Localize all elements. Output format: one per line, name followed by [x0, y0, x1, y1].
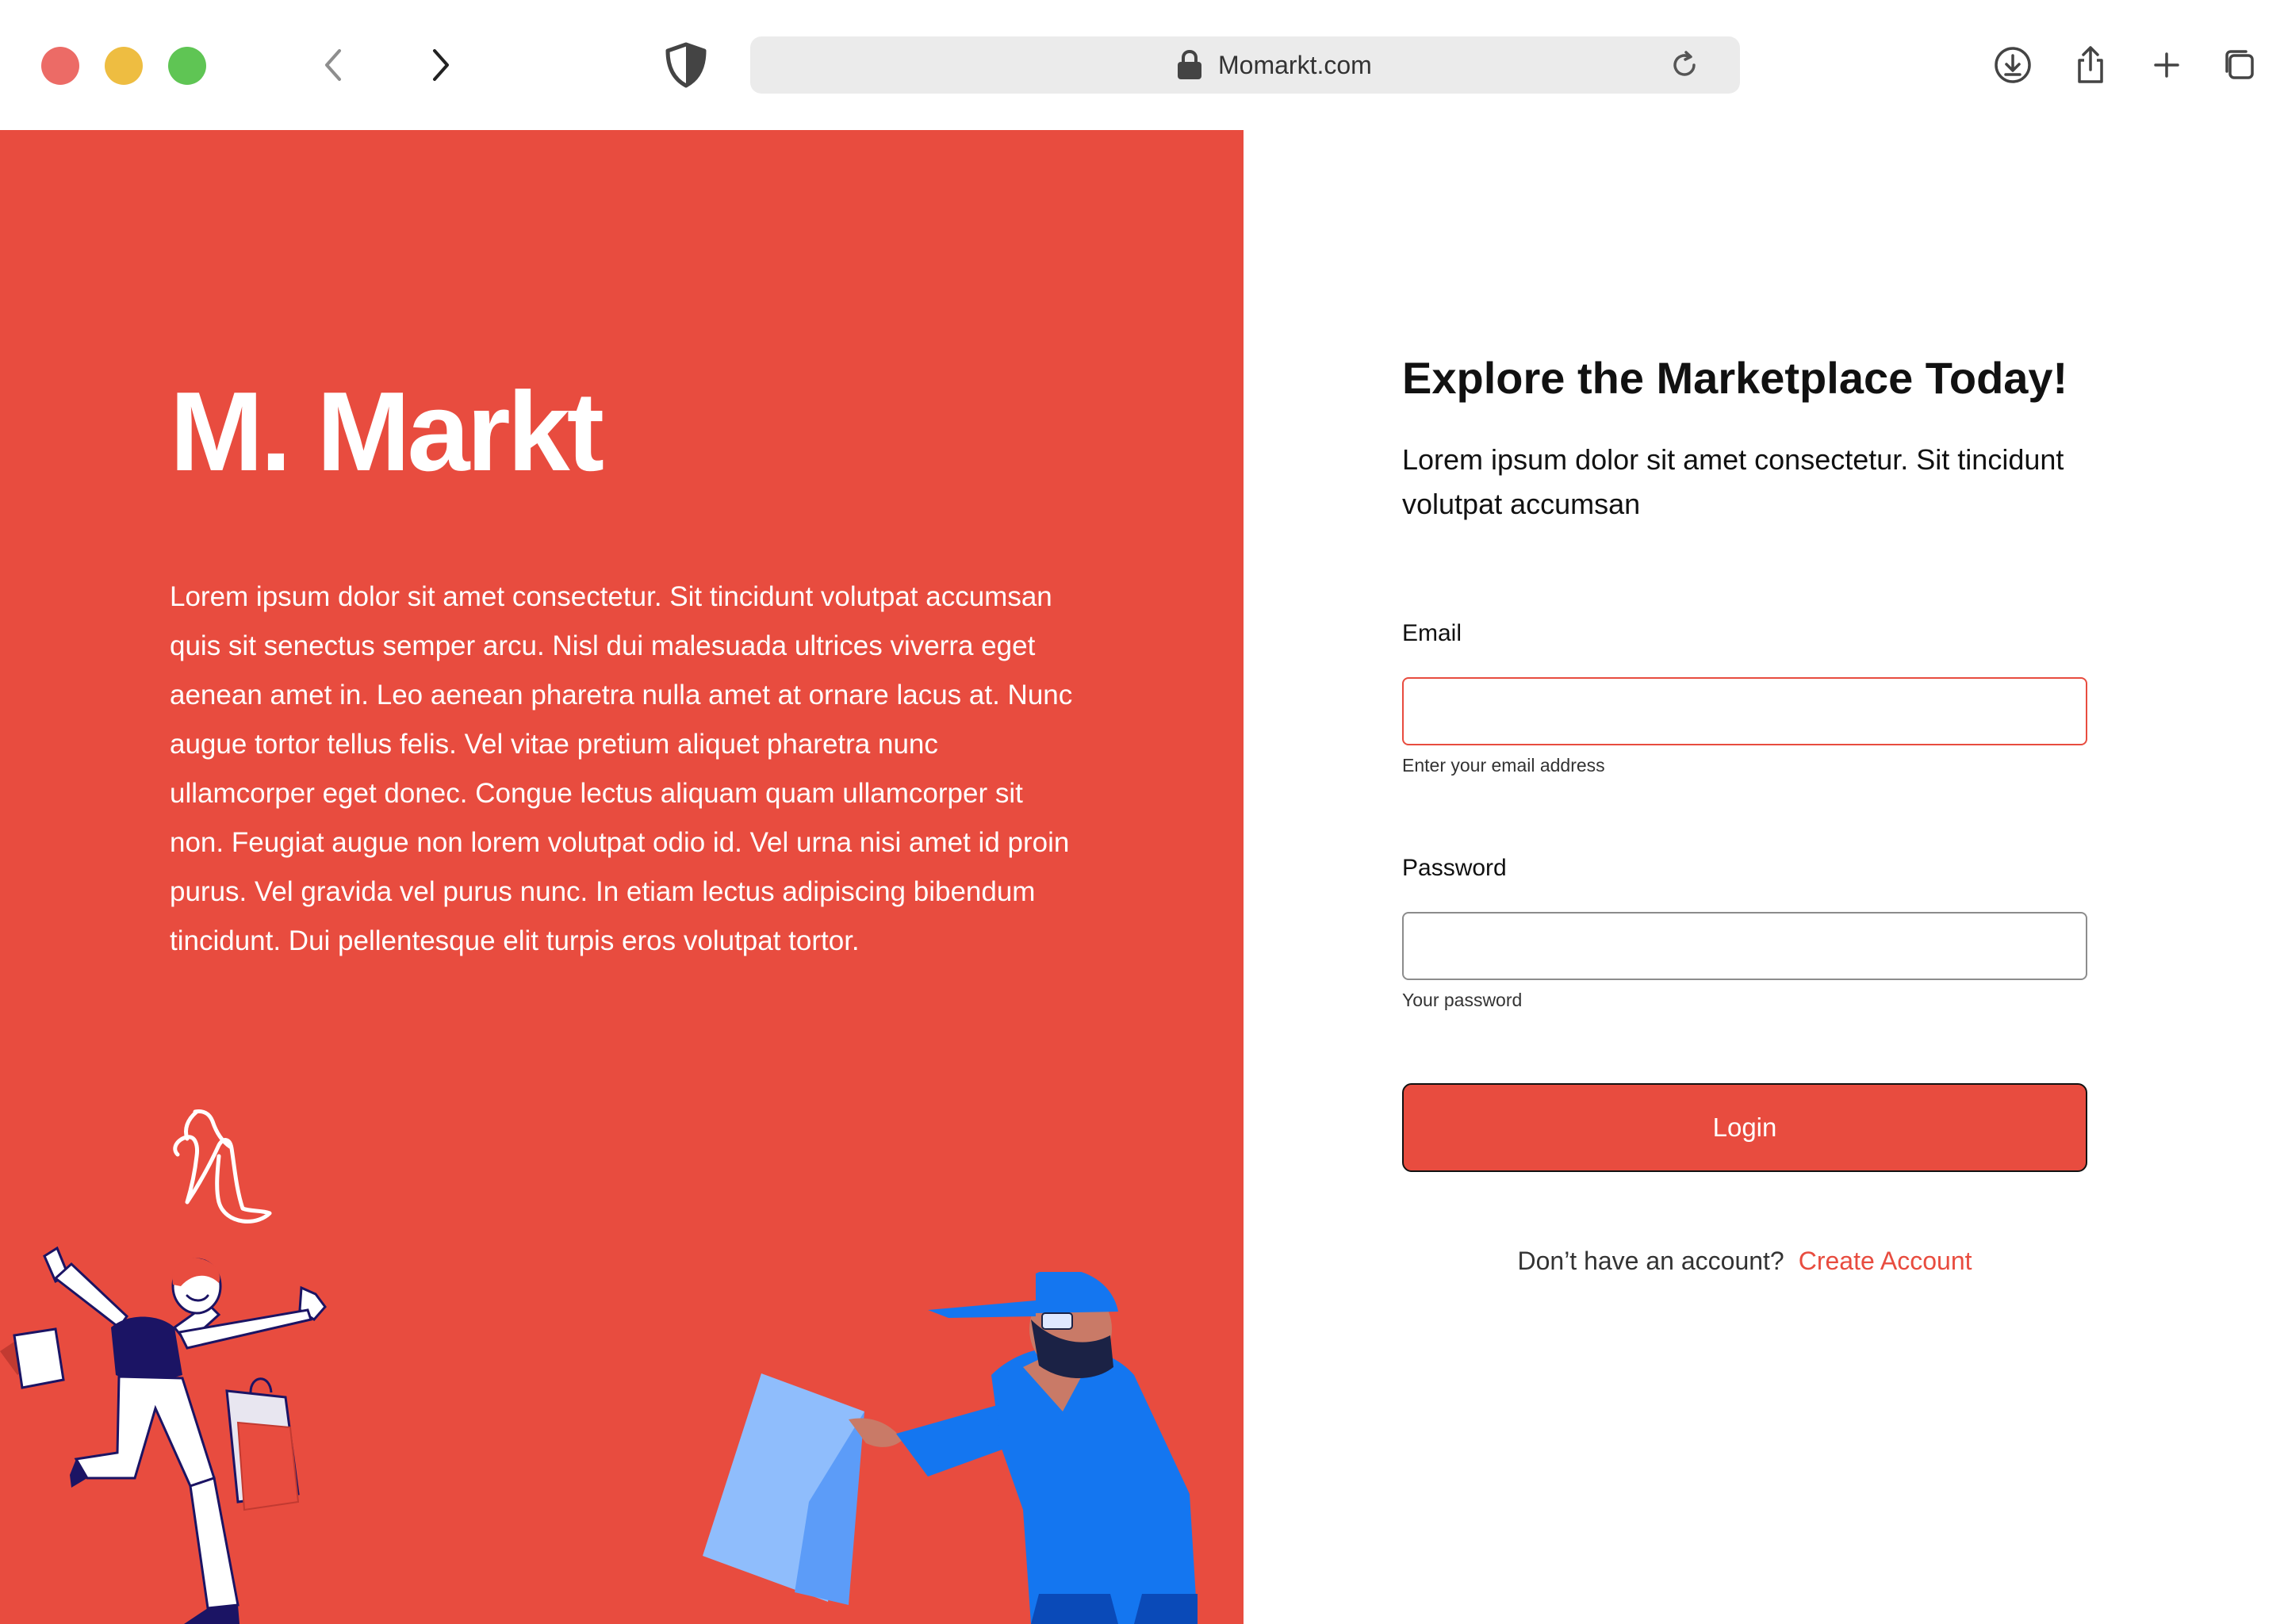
email-hint: Enter your email address — [1402, 755, 1605, 776]
tabs-overview-icon[interactable] — [2219, 44, 2260, 86]
reload-icon[interactable] — [1669, 49, 1700, 81]
minimize-window-button[interactable] — [105, 47, 143, 85]
signup-row: Don’t have an account? Create Account — [1402, 1247, 2087, 1276]
brand-description: Lorem ipsum dolor sit amet consectetur. … — [170, 581, 1073, 956]
login-form: Explore the Marketplace Today! Lorem ips… — [1402, 130, 2284, 1624]
delivery-man-illustration — [703, 1272, 1198, 1624]
share-icon[interactable] — [2070, 44, 2111, 86]
lock-icon — [1178, 49, 1201, 79]
password-label: Password — [1402, 855, 1507, 881]
shield-icon[interactable] — [663, 41, 709, 89]
zoom-window-button[interactable] — [168, 47, 206, 85]
password-hint: Your password — [1402, 990, 1523, 1010]
browser-toolbar: Momarkt.com — [0, 0, 2284, 130]
forward-icon[interactable] — [417, 41, 465, 89]
login-title: Explore the Marketplace Today! — [1402, 353, 2068, 403]
brand-logo: M. Markt — [170, 369, 604, 495]
url-text: Momarkt.com — [1218, 51, 1372, 79]
new-tab-icon[interactable] — [2146, 44, 2187, 86]
close-window-button[interactable] — [41, 47, 79, 85]
brand-mark-icon — [173, 1109, 272, 1224]
create-account-link[interactable]: Create Account — [1799, 1247, 1972, 1275]
brand-panel: M. Markt Lorem ipsum dolor sit amet cons… — [0, 130, 1244, 1624]
email-field[interactable] — [1402, 677, 2087, 745]
back-icon[interactable] — [311, 41, 358, 89]
email-label: Email — [1402, 620, 1462, 646]
login-button[interactable]: Login — [1402, 1083, 2087, 1172]
signup-prompt: Don’t have an account? — [1517, 1247, 1784, 1275]
shopper-woman-illustration — [0, 1246, 327, 1624]
download-icon[interactable] — [1992, 44, 2033, 86]
address-bar[interactable]: Momarkt.com — [750, 36, 1740, 94]
login-subtitle: Lorem ipsum dolor sit amet consectetur. … — [1402, 443, 2064, 520]
password-field[interactable] — [1402, 912, 2087, 980]
